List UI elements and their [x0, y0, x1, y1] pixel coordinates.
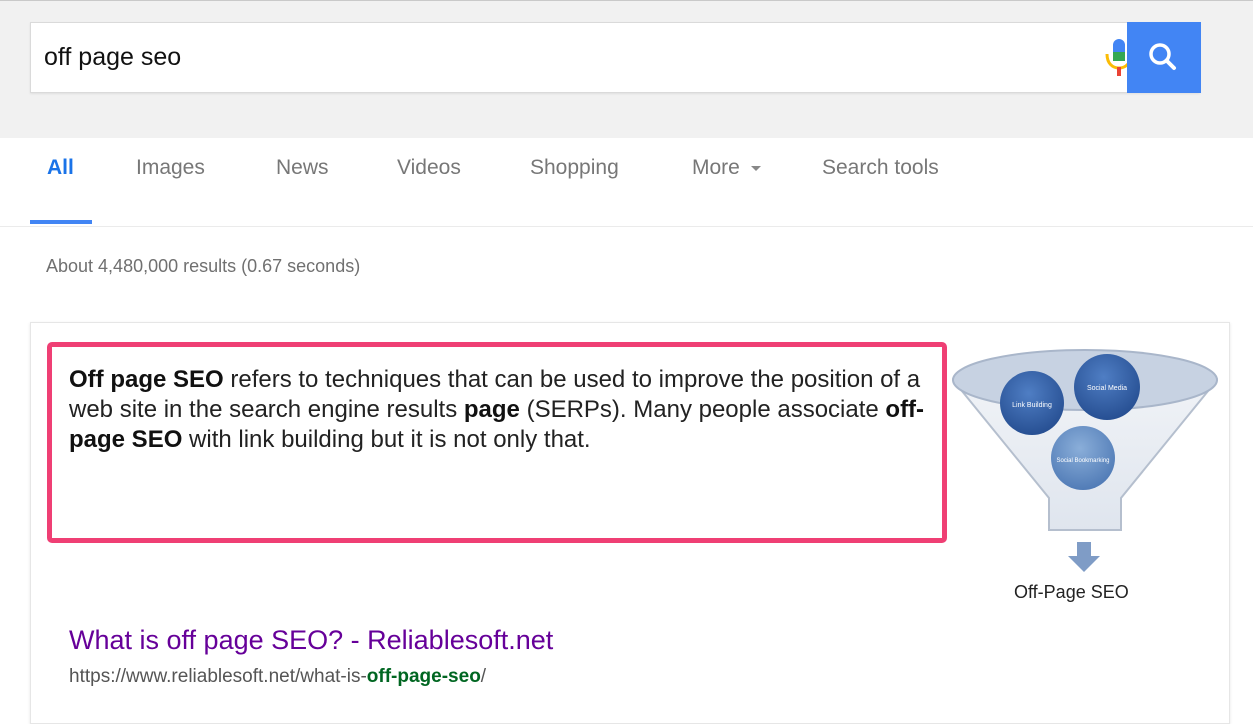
- tab-news[interactable]: News: [276, 156, 329, 180]
- tab-search-tools[interactable]: Search tools: [822, 156, 939, 180]
- active-tab-indicator: [30, 220, 92, 224]
- result-url-suffix: /: [480, 666, 487, 687]
- tab-images[interactable]: Images: [136, 156, 205, 180]
- result-stats: About 4,480,000 results (0.67 seconds): [46, 256, 361, 276]
- tab-shopping[interactable]: Shopping: [530, 156, 619, 180]
- result-url-prefix: https://www.reliablesoft.net/what-is-: [69, 666, 367, 687]
- bubble-label-link-building: Link Building: [1012, 402, 1052, 409]
- tab-all[interactable]: All: [47, 156, 74, 180]
- search-button[interactable]: [1127, 22, 1201, 93]
- tab-more-label: More: [692, 156, 740, 179]
- bubble-label-social-bookmarking: Social Bookmarking: [1056, 458, 1109, 464]
- funnel-diagram-image[interactable]: Link Building Social Media Social Bookma…: [945, 330, 1225, 580]
- snippet-text-2: (SERPs). Many people associate: [519, 396, 886, 423]
- funnel-caption: Off-Page SEO: [1014, 582, 1129, 602]
- magnifier-icon: [1149, 43, 1176, 70]
- bubble-label-social-media: Social Media: [1087, 385, 1127, 392]
- snippet-bold-2: page: [463, 396, 520, 423]
- search-tabs: All Images News Videos Shopping More Sea…: [0, 138, 1253, 227]
- result-url-bold: off-page-seo: [366, 666, 481, 687]
- featured-snippet-text: Off page SEO refers to techniques that c…: [69, 365, 929, 455]
- caret-down-icon: [750, 166, 761, 172]
- tab-more[interactable]: More: [692, 156, 762, 180]
- search-box: [30, 22, 1201, 93]
- result-title-link[interactable]: What is off page SEO? - Reliablesoft.net: [69, 625, 553, 656]
- snippet-text-3: with link building but it is not only th…: [182, 426, 591, 453]
- snippet-bold-1: Off page SEO: [69, 366, 224, 393]
- result-url: https://www.reliablesoft.net/what-is-off…: [69, 666, 486, 688]
- search-input[interactable]: [31, 23, 1081, 92]
- tab-videos[interactable]: Videos: [397, 156, 461, 180]
